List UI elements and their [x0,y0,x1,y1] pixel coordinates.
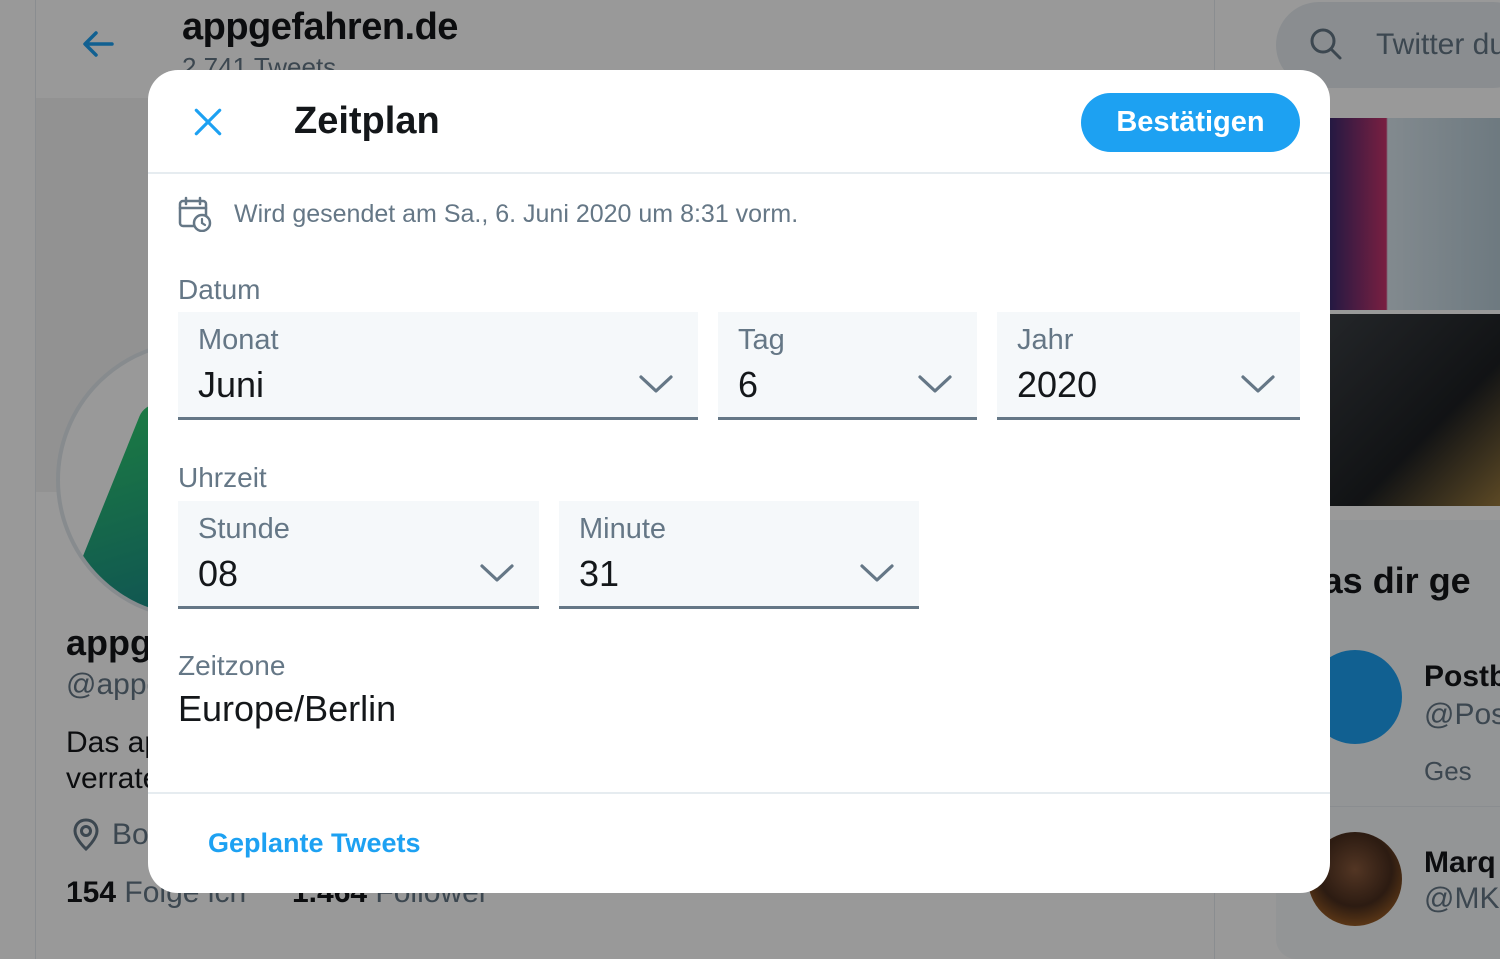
close-button[interactable] [178,92,238,152]
day-select-value: 6 [738,364,759,405]
minute-select-value: 31 [579,553,620,594]
confirm-button[interactable]: Bestätigen [1081,93,1300,152]
day-select[interactable]: Tag 6 [718,312,977,420]
day-select-label: Tag [738,324,785,356]
close-icon [194,108,222,136]
minute-select[interactable]: Minute 31 [559,501,919,609]
hour-select[interactable]: Stunde 08 [178,501,539,609]
minute-select-label: Minute [579,513,667,545]
year-select-value: 2020 [1017,364,1098,405]
schedule-modal: Zeitplan Bestätigen Wird gesendet am Sa.… [148,70,1330,893]
chevron-down-icon [1240,372,1276,396]
timezone-label: Zeitzone [178,650,286,681]
chevron-down-icon [479,561,515,585]
month-select-label: Monat [198,324,279,356]
calendar-clock-icon [178,196,212,233]
hour-select-value: 08 [198,553,239,594]
month-select[interactable]: Monat Juni [178,312,698,420]
year-select[interactable]: Jahr 2020 [997,312,1300,420]
hour-select-label: Stunde [198,513,290,545]
chevron-down-icon [859,561,895,585]
divider [148,792,1330,794]
year-select-label: Jahr [1017,324,1074,356]
timezone-value: Europe/Berlin [178,688,397,729]
time-section-label: Uhrzeit [178,462,267,493]
scheduled-tweets-link[interactable]: Geplante Tweets [208,828,421,859]
schedule-summary: Wird gesendet am Sa., 6. Juni 2020 um 8:… [178,194,798,234]
date-section-label: Datum [178,274,261,305]
chevron-down-icon [917,372,953,396]
chevron-down-icon [638,372,674,396]
modal-title: Zeitplan [294,100,440,142]
modal-header: Zeitplan Bestätigen [148,70,1330,174]
schedule-summary-text: Wird gesendet am Sa., 6. Juni 2020 um 8:… [234,199,799,228]
month-select-value: Juni [198,364,265,405]
